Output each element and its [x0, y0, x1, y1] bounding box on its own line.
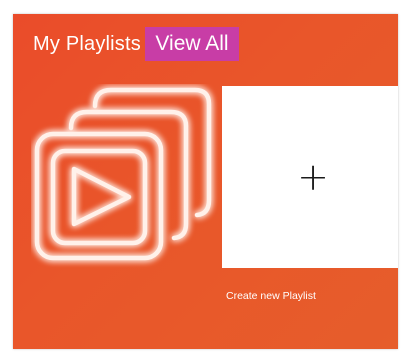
stacked-play-icon	[34, 87, 212, 261]
create-playlist-card[interactable]: +	[222, 86, 398, 268]
plus-icon: +	[297, 155, 329, 199]
playlists-panel: My Playlists View All + Create new Playl…	[13, 14, 398, 349]
view-all-button[interactable]: View All	[145, 27, 239, 61]
section-title: My Playlists	[33, 33, 141, 55]
create-playlist-label[interactable]: Create new Playlist	[226, 290, 316, 302]
